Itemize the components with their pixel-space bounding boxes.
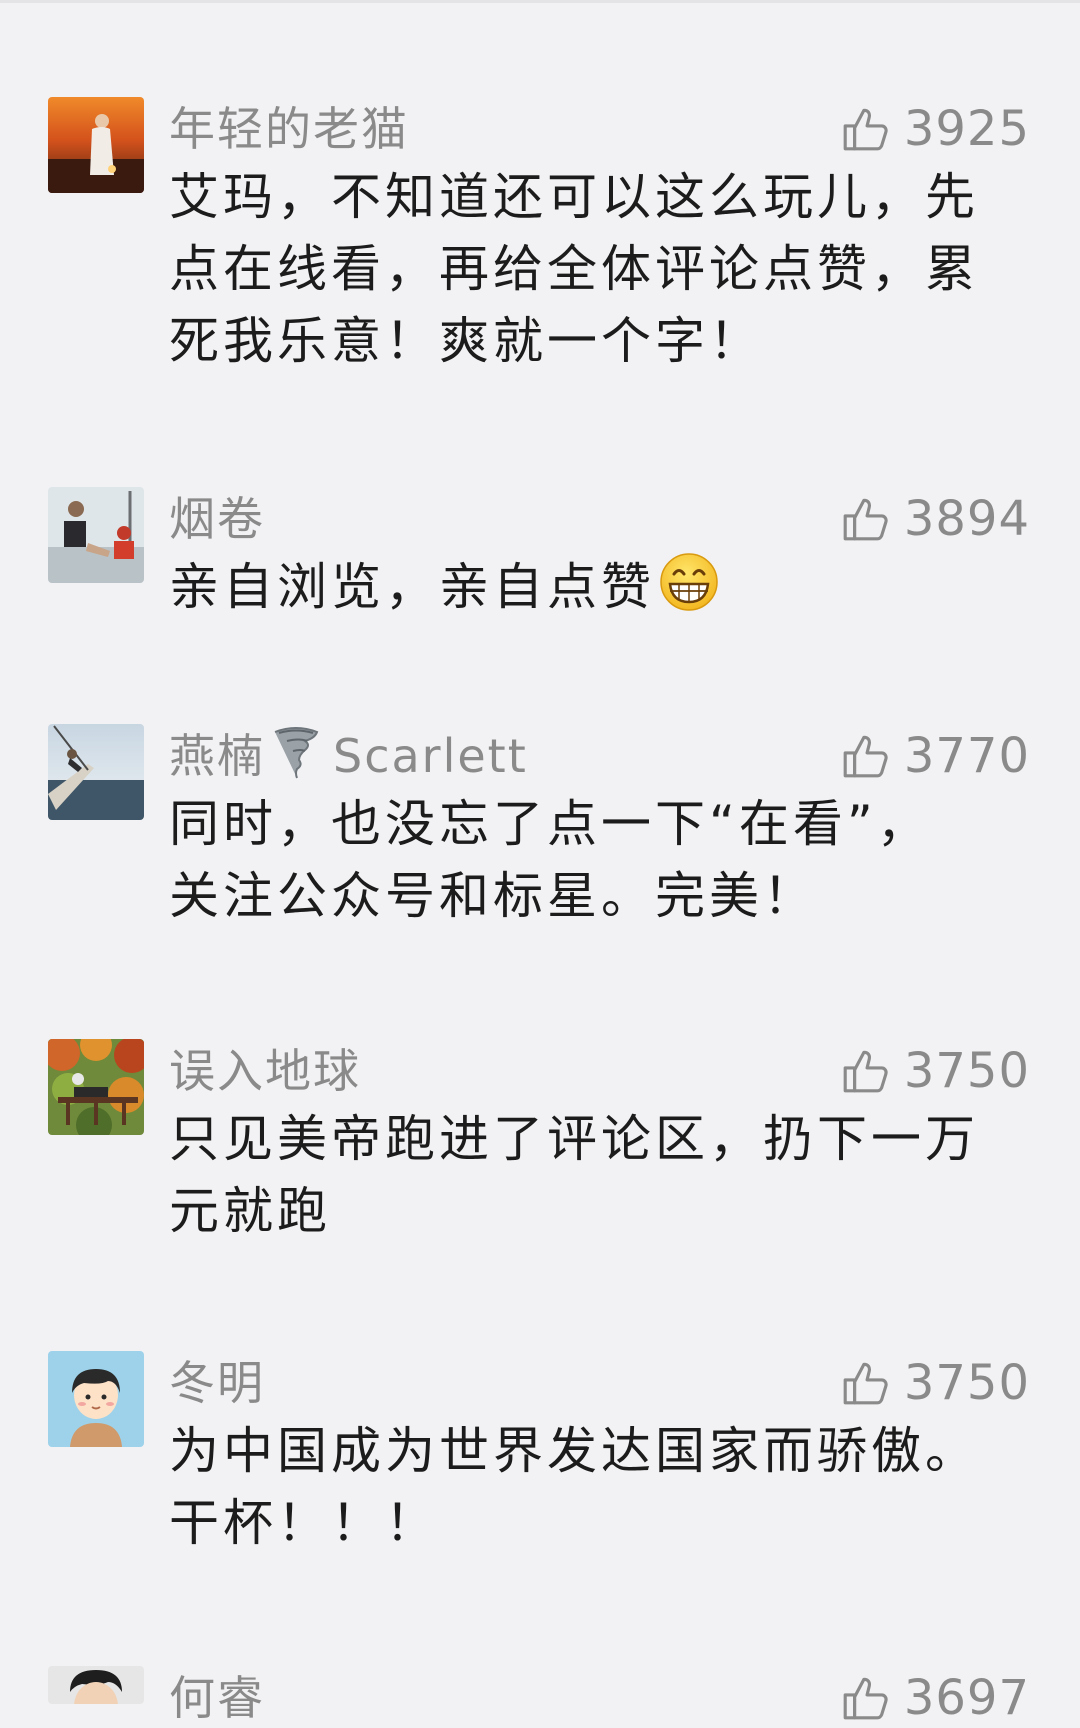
like-button[interactable]: 3750 — [840, 1041, 1030, 1101]
avatar[interactable] — [48, 487, 144, 583]
nickname[interactable]: 年轻的老猫 — [169, 99, 409, 159]
comment-content: 同时，也没忘了点一下“在看”， 关注公众号和标星。完美！ — [169, 795, 931, 925]
like-count: 3750 — [903, 1355, 1030, 1411]
grinning-face-emoji — [660, 553, 718, 611]
like-button[interactable]: 3925 — [840, 99, 1030, 159]
like-count: 3925 — [903, 101, 1030, 157]
like-count: 3697 — [903, 1670, 1030, 1726]
like-count: 3750 — [903, 1043, 1030, 1099]
avatar[interactable] — [48, 1351, 144, 1447]
thumbs-up-icon — [843, 1677, 888, 1720]
avatar[interactable] — [48, 97, 144, 193]
comment-content: 为中国成为世界发达国家而骄傲。 干杯！！！ — [169, 1422, 979, 1552]
like-count: 3894 — [903, 491, 1030, 547]
nickname-text: 燕楠 — [169, 729, 265, 783]
thumbs-up-icon — [843, 1362, 888, 1405]
comment-content: 只见美帝跑进了评论区，扔下一万 元就跑 — [169, 1110, 979, 1240]
avatar[interactable] — [48, 1039, 144, 1135]
like-button[interactable]: 3894 — [840, 489, 1030, 549]
nickname[interactable]: 烟卷 — [169, 489, 265, 549]
nickname-suffix: Scarlett — [333, 729, 528, 783]
nickname[interactable]: 何睿 — [169, 1668, 265, 1728]
avatar[interactable] — [48, 724, 144, 820]
top-divider — [0, 0, 1080, 3]
comment-content: 艾玛，不知道还可以这么玩儿，先 点在线看，再给全体评论点赞，累 死我乐意！爽就一… — [169, 168, 979, 370]
like-button[interactable]: 3770 — [840, 726, 1030, 786]
nickname[interactable]: 燕楠 Scarlett — [169, 726, 528, 786]
thumbs-up-icon — [843, 498, 888, 541]
thumbs-up-icon — [843, 108, 888, 151]
like-button[interactable]: 3750 — [840, 1353, 1030, 1413]
nickname[interactable]: 冬明 — [169, 1353, 265, 1413]
comment-text: 亲自浏览，亲自点赞 — [169, 558, 655, 616]
like-button[interactable]: 3697 — [840, 1668, 1030, 1728]
nickname[interactable]: 误入地球 — [169, 1041, 361, 1101]
avatar[interactable] — [48, 1666, 144, 1704]
like-count: 3770 — [903, 728, 1030, 784]
thumbs-up-icon — [843, 735, 888, 778]
thumbs-up-icon — [843, 1050, 888, 1093]
tornado-emoji — [274, 727, 319, 779]
comment-content: 亲自浏览，亲自点赞 — [169, 551, 1019, 623]
